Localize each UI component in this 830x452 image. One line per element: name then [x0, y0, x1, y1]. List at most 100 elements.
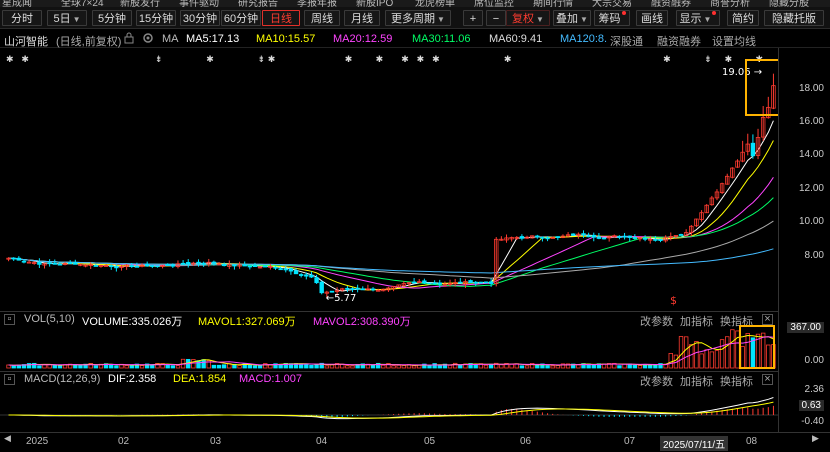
adjust-button[interactable]: 复权 ▼ [506, 10, 550, 26]
scroll-right-icon[interactable]: ▶ [812, 433, 819, 444]
candle-body [114, 266, 119, 269]
chevron-down-icon: ▼ [72, 15, 81, 24]
chevron-down-icon: ▼ [580, 15, 588, 24]
top-menu-item[interactable]: 全球7×24 [61, 0, 104, 7]
candle-body [658, 239, 663, 241]
event-marker: ✱ [21, 55, 29, 65]
top-menu-item[interactable]: 研究报告 [238, 0, 278, 7]
period-daily-button[interactable]: 日线 [262, 10, 300, 26]
chevron-down-icon: ▼ [437, 15, 445, 24]
event-marker: ✱ [504, 55, 512, 65]
event-marker: ✱ [663, 55, 671, 65]
ma-label: MA [162, 33, 179, 45]
top-menu-item[interactable]: 隐藏分股 [769, 0, 809, 7]
candle-body [473, 281, 478, 284]
volume-chart[interactable] [0, 325, 778, 370]
chips-button[interactable]: 筹码 [594, 10, 630, 26]
top-menu-item[interactable]: 事件驱动 [179, 0, 219, 7]
draw-line-button[interactable]: 画线 [636, 10, 668, 26]
top-menu-item[interactable]: 席位监控 [474, 0, 514, 7]
top-menu-item[interactable]: 期间行情 [533, 0, 573, 7]
price-tick: 16.00 [798, 116, 824, 127]
ma5-value: MA5:17.13 [186, 33, 240, 45]
candle-body [750, 142, 756, 157]
period-monthly-button[interactable]: 月线 [344, 10, 380, 26]
volume-bar [632, 364, 638, 369]
candle-body [57, 263, 63, 266]
candle-body [232, 264, 237, 267]
high-price-label: 19.06 → [722, 67, 762, 78]
price-tick: 12.00 [798, 183, 824, 194]
candle-body [488, 281, 494, 284]
period-weekly-button[interactable]: 周线 [304, 10, 340, 26]
period-5day-button[interactable]: 5日 ▼ [47, 10, 87, 26]
top-menu-item[interactable]: 龙虎榜单 [415, 0, 455, 7]
volume-bar [488, 363, 494, 369]
volume-bar [221, 364, 227, 369]
volume-bar [617, 365, 622, 369]
link-shenzhen-connect[interactable]: 深股通 [610, 33, 643, 49]
volume-bar [473, 364, 478, 369]
volume-bar [714, 350, 720, 369]
volume-bar [499, 364, 504, 369]
price-tick: 14.00 [798, 149, 824, 160]
period-15min-button[interactable]: 15分钟 [136, 10, 176, 26]
period-30min-button[interactable]: 30分钟 [180, 10, 220, 26]
top-menu-item[interactable]: 新股IPO [356, 0, 393, 7]
candlestick-chart[interactable]: ✱ ✱ ⇟ ✱ ⇟ ✱ ✱ ✱ ✱ ✱ ✱ ✱ ✱ ⇟ ✱ ✱←5.7719.06 →$ [0, 48, 778, 310]
top-menu-item[interactable]: 新股发行 [120, 0, 160, 7]
candle-body [642, 237, 648, 240]
volume-bar [668, 353, 673, 369]
candle-body [304, 274, 309, 277]
zoom-in-button[interactable]: + [463, 10, 483, 26]
scroll-left-icon[interactable]: ◀ [4, 433, 11, 444]
candle-body [309, 274, 314, 278]
volume-bar [483, 364, 489, 369]
candle-body [288, 268, 294, 272]
candle-body [540, 236, 545, 239]
period-5min-button[interactable]: 5分钟 [92, 10, 132, 26]
zoom-out-button[interactable]: − [486, 10, 506, 26]
candle-body [298, 274, 304, 276]
volume-bar [678, 336, 684, 369]
event-marker: ✱ [432, 55, 440, 65]
event-marker: ✱ [268, 55, 276, 65]
lock-icon[interactable] [124, 32, 134, 47]
link-ma-settings[interactable]: 设置均线 [712, 33, 756, 49]
top-menu-item[interactable]: 大宗交易 [592, 0, 632, 7]
more-periods-button[interactable]: 更多周期 ▼ [385, 10, 451, 26]
volume-bar [370, 364, 376, 369]
event-marker: ✱ [345, 55, 353, 65]
period-60min-button[interactable]: 60分钟 [221, 10, 261, 26]
candle-body [617, 236, 622, 238]
macd-chart[interactable] [0, 385, 778, 432]
candle-body [370, 288, 376, 291]
candle-body [345, 287, 350, 290]
candle-body [144, 264, 150, 267]
display-button[interactable]: 显示 ▼ [676, 10, 720, 26]
candle-body [283, 268, 288, 271]
macd-label: MACD(12,26,9) [24, 373, 101, 385]
volume-bar [591, 364, 596, 369]
link-margin-trading[interactable]: 融资融券 [657, 33, 701, 49]
mavol10-line [8, 336, 774, 366]
volume-bar [524, 365, 530, 369]
simple-mode-button[interactable]: 简约 [727, 10, 759, 26]
hide-toolbar-button[interactable]: 隐藏托版 [764, 10, 824, 26]
period-intraday-button[interactable]: 分时 [2, 10, 42, 26]
candle-body [252, 265, 258, 268]
volume-label: VOL(5,10) [24, 313, 75, 325]
candle-body [591, 234, 596, 238]
top-menu-item[interactable]: 融资融券 [651, 0, 691, 7]
volume-bar [57, 365, 63, 369]
top-menu-item[interactable]: 季报年报 [297, 0, 337, 7]
gear-icon[interactable] [142, 32, 154, 47]
date-tick: 08 [746, 436, 758, 447]
top-menu-item[interactable]: 星成闻 [2, 0, 32, 7]
top-menu-item[interactable]: 商誉分析 [710, 0, 750, 7]
overlay-button[interactable]: 叠加 ▼ [553, 10, 591, 26]
candle-body [196, 261, 201, 264]
candle-body [622, 235, 627, 238]
candle-body [47, 262, 52, 265]
ma20-line [8, 177, 774, 289]
